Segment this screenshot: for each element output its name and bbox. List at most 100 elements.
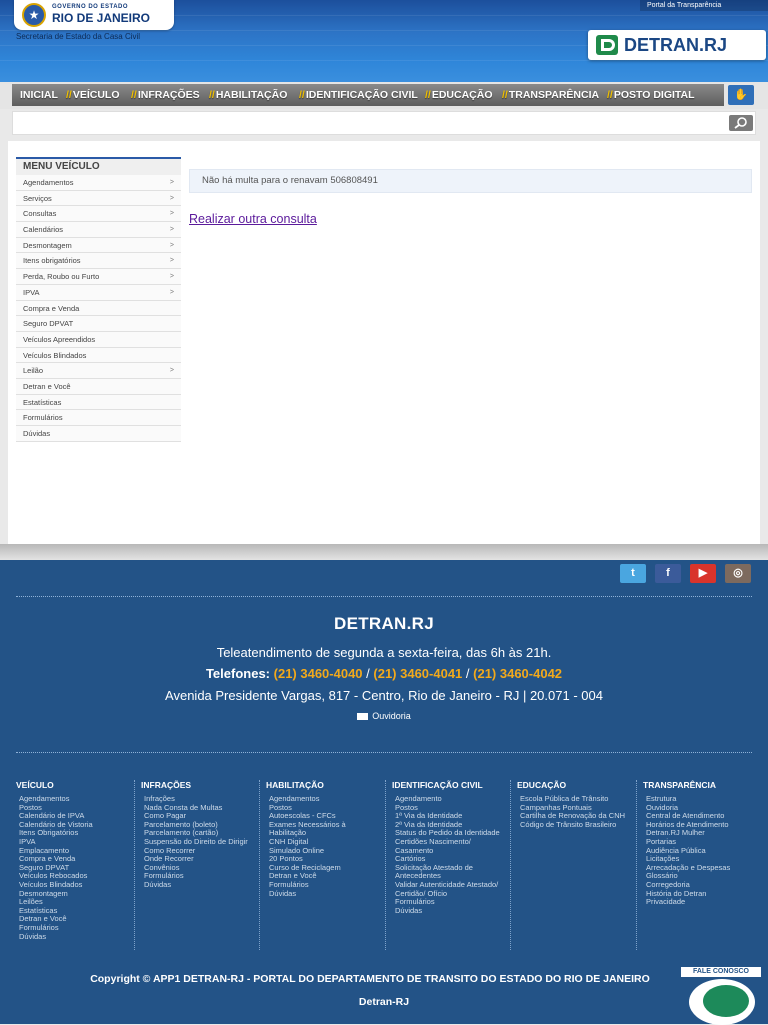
chevron-right-icon: >	[169, 273, 174, 281]
sidebar-item[interactable]: Perda, Roubo ou Furto >	[16, 269, 181, 285]
nav-habilitacao[interactable]: //HABILITAÇÃO	[209, 84, 287, 106]
sidebar-item[interactable]: Seguro DPVAT	[16, 316, 181, 332]
nav-identificacao-civil[interactable]: //IDENTIFICAÇÃO CIVIL	[299, 84, 418, 106]
portal-transparencia-link[interactable]: Portal da Transparência	[640, 0, 768, 11]
phone-2[interactable]: (21) 3460-4041	[373, 666, 462, 681]
sidebar-item[interactable]: Compra e Venda	[16, 300, 181, 317]
envelope-icon	[357, 713, 369, 721]
sidebar-menu: MENU VEÍCULO Agendamentos > Serviços > Consu…	[16, 157, 181, 442]
footer-link[interactable]: Privacidade	[643, 898, 761, 907]
nav-posto-digital[interactable]: //POSTO DIGITAL	[607, 84, 695, 106]
search-button[interactable]	[729, 115, 753, 131]
footer-dotline-mid	[16, 752, 752, 753]
sidebar-item[interactable]: Formulários	[16, 410, 181, 426]
sidebar-item-label: Dúvidas	[23, 429, 51, 438]
sidebar-item[interactable]: Calendários >	[16, 222, 181, 238]
footer-column-divider	[134, 780, 135, 950]
footer-link[interactable]: Certidões Nascimento/ Casamento	[392, 837, 510, 855]
nav-separator: //	[502, 89, 508, 101]
footer-column-title[interactable]: TRANSPARÊNCIA	[643, 780, 761, 790]
footer-link[interactable]: Dúvidas	[392, 906, 510, 916]
nav-educacao[interactable]: //EDUCAÇÃO	[425, 84, 493, 106]
nav-label: INICIAL	[20, 89, 58, 101]
sidebar-item[interactable]: Desmontagem >	[16, 237, 181, 254]
footer-column-title[interactable]: VEÍCULO	[16, 780, 134, 790]
detran-logo-text: DETRAN.RJ	[624, 35, 728, 55]
fale-conosco-button[interactable]: FALE CONOSCO	[681, 965, 763, 1025]
sidebar-item-label: Desmontagem	[23, 240, 72, 250]
footer-column-divider	[385, 780, 386, 950]
government-logo[interactable]: ★ GOVERNO DO ESTADO RIO DE JANEIRO	[14, 0, 174, 30]
nav-transparencia[interactable]: //TRANSPARÊNCIA	[502, 84, 599, 106]
nav-inicial[interactable]: INICIAL	[20, 84, 58, 106]
footer-link[interactable]: Exames Necessários à Habilitação	[266, 820, 384, 838]
footer-column-title[interactable]: HABILITAÇÃO	[266, 780, 384, 790]
search-icon	[734, 117, 747, 129]
footer-link[interactable]: Código de Trânsito Brasileiro	[517, 820, 635, 830]
sidebar-item[interactable]: Agendamentos >	[16, 175, 181, 191]
nav-separator: //	[299, 89, 305, 101]
gov-logo-line2: RIO DE JANEIRO	[52, 11, 151, 25]
sidebar-item[interactable]: IPVA >	[16, 284, 181, 301]
twitter-icon[interactable]: t	[620, 564, 646, 583]
footer-link[interactable]: Validar Autenticidade Atestado/ Certidão…	[392, 880, 510, 898]
site-footer: t f ▶ ◎ DETRAN.RJ Teleatendimento de seg…	[0, 560, 768, 1025]
footer-column: TRANSPARÊNCIA Estrutura Ouvidoria Central d…	[643, 780, 761, 907]
detran-logo[interactable]: DETRAN.RJ	[588, 30, 766, 60]
nav-separator: //	[131, 89, 137, 101]
facebook-icon[interactable]: f	[655, 564, 681, 583]
sidebar-item-label: Agendamentos	[23, 178, 74, 187]
chevron-right-icon: >	[169, 194, 174, 202]
sidebar-item[interactable]: Itens obrigatórios >	[16, 253, 181, 270]
detran-mark-icon	[596, 35, 618, 55]
instagram-icon[interactable]: ◎	[725, 564, 751, 583]
nav-label: IDENTIFICAÇÃO CIVIL	[305, 89, 418, 101]
phone-3[interactable]: (21) 3460-4042	[473, 666, 562, 681]
chevron-right-icon: >	[169, 226, 174, 234]
chevron-right-icon: >	[169, 179, 174, 186]
nav-separator: //	[66, 89, 72, 101]
footer-brand: DETRAN.RJ	[334, 614, 434, 633]
search-input[interactable]	[15, 114, 715, 132]
footer-link[interactable]: Dúvidas	[266, 889, 384, 899]
ouvidoria-label: Ouvidoria	[372, 711, 411, 721]
footer-column-title[interactable]: IDENTIFICAÇÃO CIVIL	[392, 780, 510, 790]
nav-label: INFRAÇÕES	[137, 89, 200, 101]
nav-veiculo[interactable]: //VEÍCULO	[66, 84, 120, 106]
chevron-right-icon: >	[169, 288, 174, 296]
chevron-right-icon: >	[169, 257, 174, 265]
sidebar-item[interactable]: Veículos Apreendidos	[16, 331, 181, 348]
new-query-link[interactable]: Realizar outra consulta	[189, 212, 317, 226]
sidebar-item[interactable]: Detran e Você	[16, 378, 181, 395]
sidebar-item[interactable]: Leilão >	[16, 363, 181, 379]
sidebar-item[interactable]: Estatísticas	[16, 394, 181, 411]
footer-column: IDENTIFICAÇÃO CIVIL Agendamento Postos 1ª V…	[392, 780, 510, 915]
nav-infracoes[interactable]: //INFRAÇÕES	[131, 84, 200, 106]
chevron-right-icon: >	[169, 241, 174, 249]
footer-link[interactable]: Dúvidas	[16, 932, 134, 942]
phone-1[interactable]: (21) 3460-4040	[274, 666, 363, 681]
sidebar-item[interactable]: Serviços >	[16, 190, 181, 207]
sidebar-item-label: IPVA	[23, 287, 40, 297]
footer-column-title[interactable]: INFRAÇÕES	[141, 780, 259, 790]
footer-divider	[0, 544, 768, 560]
sidebar-item[interactable]: Veículos Blindados	[16, 347, 181, 364]
main-nav: INICIAL //VEÍCULO //INFRAÇÕES //HABILITA…	[0, 82, 768, 109]
footer-column-title[interactable]: EDUCAÇÃO	[517, 780, 635, 790]
sidebar-item-label: Calendários	[23, 225, 64, 235]
copyright-text: Copyright © APP1 DETRAN-RJ - PORTAL DO D…	[90, 973, 650, 985]
footer-column: VEÍCULO Agendamentos Postos Calendário de I…	[16, 780, 134, 941]
footer-link[interactable]: Solicitação Atestado de Antecedentes	[392, 863, 510, 881]
sidebar-item[interactable]: Consultas >	[16, 206, 181, 223]
nav-label: TRANSPARÊNCIA	[508, 89, 600, 101]
footer-link[interactable]: Dúvidas	[141, 880, 259, 890]
ouvidoria-link[interactable]: Ouvidoria	[0, 711, 768, 721]
nav-separator: //	[425, 89, 431, 101]
footer-dotline-top	[16, 596, 752, 597]
sidebar-item-label: Serviços	[23, 193, 52, 203]
accessibility-icon[interactable]: ✋	[728, 85, 754, 105]
sidebar-item-label: Veículos Apreendidos	[23, 334, 96, 344]
sidebar-item[interactable]: Dúvidas	[16, 426, 181, 442]
sidebar-item-label: Compra e Venda	[23, 303, 80, 313]
youtube-icon[interactable]: ▶	[690, 564, 716, 583]
